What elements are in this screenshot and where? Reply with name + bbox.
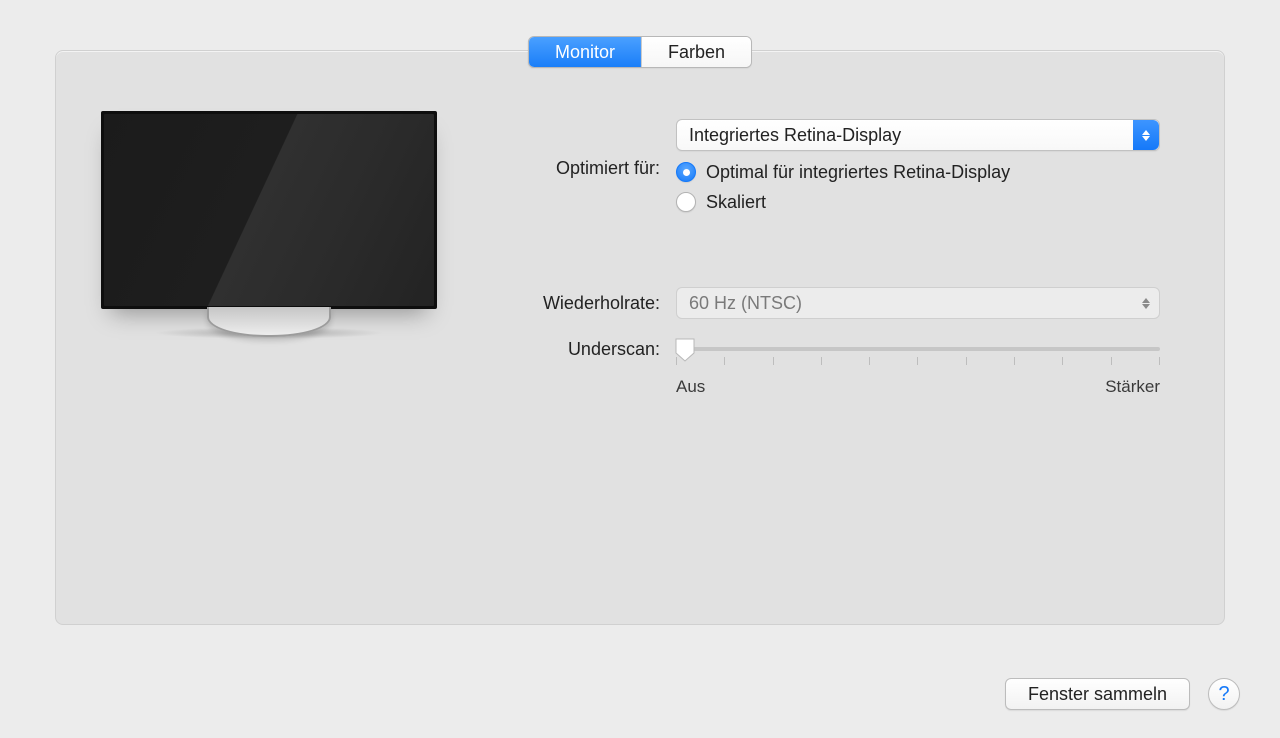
slider-labels: Aus Stärker bbox=[676, 377, 1160, 397]
chevron-up-down-icon bbox=[1133, 288, 1159, 318]
content-panel: Optimiert für: Integriertes Retina-Displ… bbox=[55, 50, 1225, 625]
optimize-for-value: Integriertes Retina-Display bbox=[689, 125, 901, 146]
tab-monitor[interactable]: Monitor bbox=[529, 37, 641, 67]
refresh-rate-label: Wiederholrate: bbox=[506, 293, 676, 314]
display-preferences-window: Monitor Farben Optimiert für: Integriert… bbox=[0, 0, 1280, 738]
bottom-bar: Fenster sammeln ? bbox=[1005, 678, 1240, 710]
slider-max-label: Stärker bbox=[1105, 377, 1160, 397]
underscan-slider[interactable]: Aus Stärker bbox=[676, 333, 1160, 393]
radio-indicator-unselected bbox=[676, 192, 696, 212]
radio-option-scaled[interactable]: Skaliert bbox=[676, 187, 1160, 217]
slider-min-label: Aus bbox=[676, 377, 705, 397]
tab-colors-label: Farben bbox=[668, 42, 725, 62]
tab-monitor-label: Monitor bbox=[555, 42, 615, 62]
help-button[interactable]: ? bbox=[1208, 678, 1240, 710]
optimize-for-label: Optimiert für: bbox=[506, 158, 676, 179]
radio-option-optimal[interactable]: Optimal für integriertes Retina-Display bbox=[676, 157, 1160, 187]
help-icon: ? bbox=[1218, 683, 1229, 706]
radio-scaled-label: Skaliert bbox=[706, 192, 766, 213]
gather-windows-button[interactable]: Fenster sammeln bbox=[1005, 678, 1190, 710]
display-screen bbox=[104, 114, 434, 306]
slider-thumb[interactable] bbox=[674, 337, 696, 363]
tab-colors[interactable]: Farben bbox=[641, 37, 751, 67]
underscan-label: Underscan: bbox=[506, 333, 676, 360]
display-stand bbox=[211, 309, 327, 323]
slider-ticks bbox=[676, 357, 1160, 369]
optimize-for-popup[interactable]: Integriertes Retina-Display bbox=[676, 119, 1160, 151]
refresh-rate-value: 60 Hz (NTSC) bbox=[689, 293, 802, 314]
display-illustration bbox=[101, 111, 437, 339]
radio-optimal-label: Optimal für integriertes Retina-Display bbox=[706, 162, 1010, 183]
display-bezel bbox=[101, 111, 437, 309]
tab-bar: Monitor Farben bbox=[528, 36, 752, 68]
chevron-up-down-icon bbox=[1133, 120, 1159, 150]
settings-form: Optimiert für: Integriertes Retina-Displ… bbox=[506, 119, 1160, 407]
refresh-rate-popup[interactable]: 60 Hz (NTSC) bbox=[676, 287, 1160, 319]
slider-track bbox=[676, 347, 1160, 351]
gather-windows-label: Fenster sammeln bbox=[1028, 684, 1167, 705]
resolution-radio-group: Optimal für integriertes Retina-Display … bbox=[676, 157, 1160, 217]
radio-indicator-selected bbox=[676, 162, 696, 182]
